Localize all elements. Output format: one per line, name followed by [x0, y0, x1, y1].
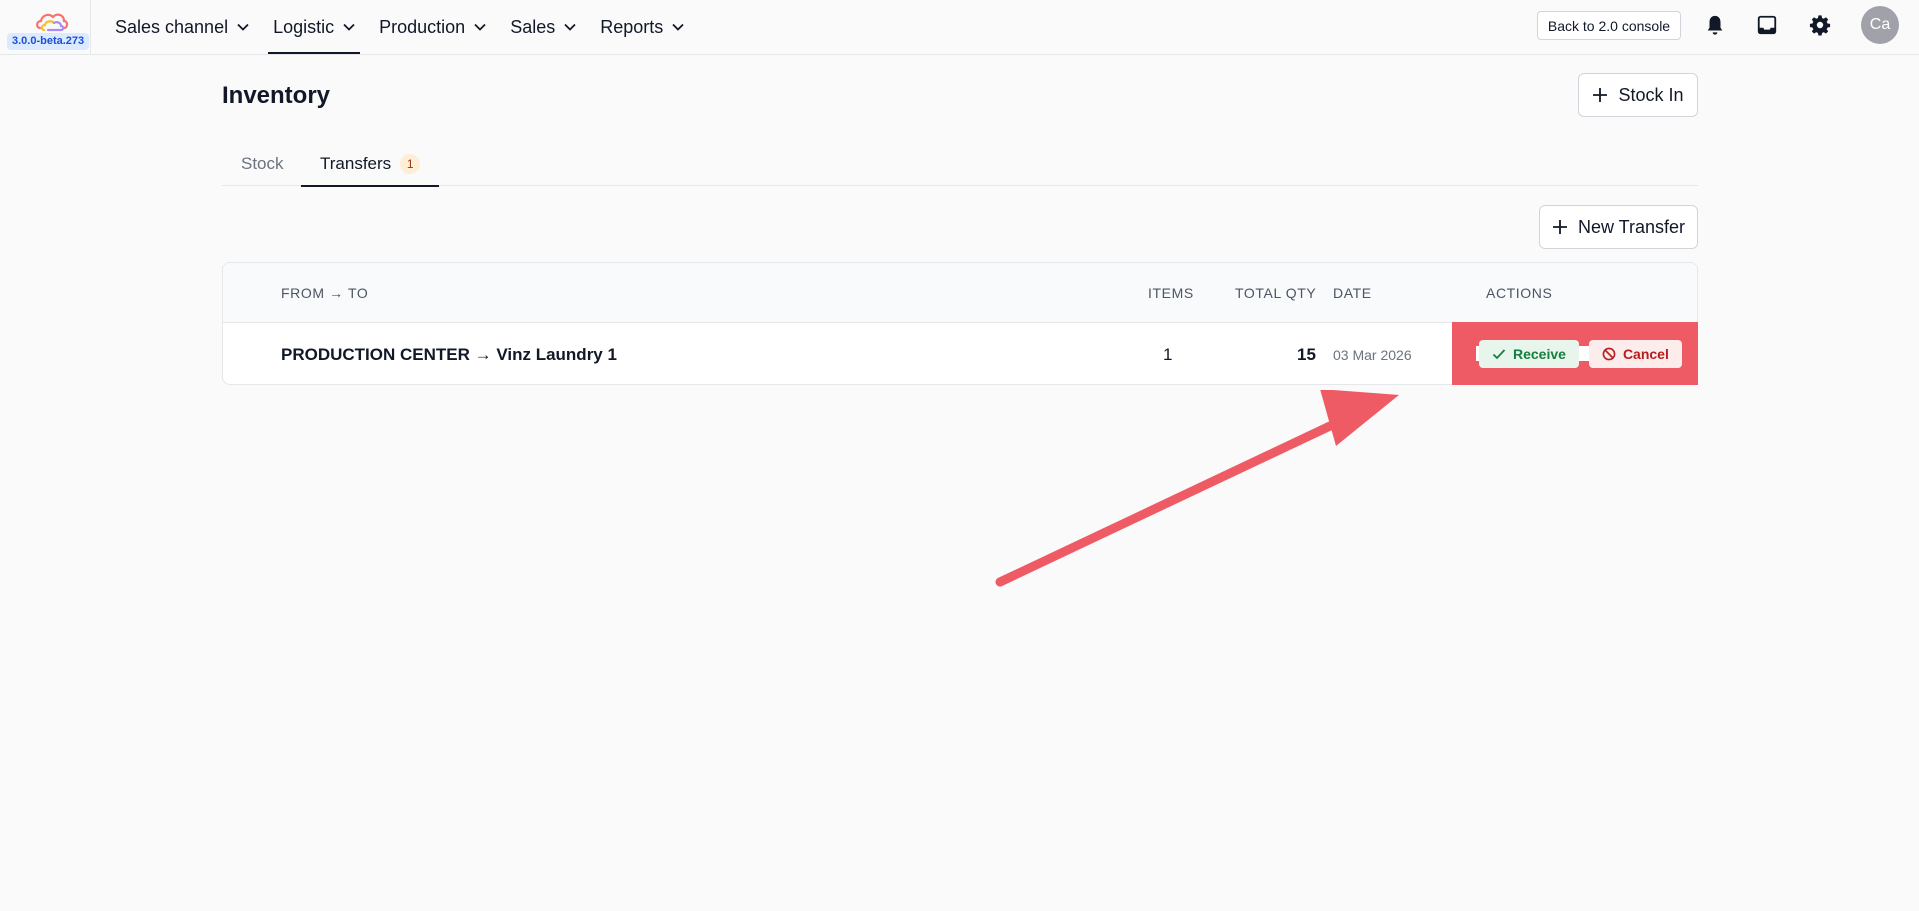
gear-icon[interactable]	[1809, 14, 1831, 36]
tab-label: Transfers	[320, 153, 392, 173]
inbox-icon[interactable]	[1756, 14, 1778, 36]
nav-label: Logistic	[273, 16, 335, 37]
table-header: FROM → TO ITEMS TOTAL QTY DATE ACTIONS	[223, 263, 1697, 323]
version-badge: 3.0.0-beta.273	[7, 33, 90, 50]
receive-label: Receive	[1513, 345, 1566, 362]
bell-icon[interactable]	[1704, 14, 1726, 36]
nav-label: Reports	[600, 16, 664, 37]
cloud-logo-icon	[36, 13, 69, 32]
stock-in-label: Stock In	[1618, 84, 1684, 105]
row-actions: Receive Cancel	[1476, 339, 1682, 368]
nav-reports[interactable]: Reports	[588, 0, 696, 54]
tab-label: Stock	[241, 153, 284, 173]
column-header-items: ITEMS	[1148, 285, 1194, 301]
nav-label: Sales channel	[115, 16, 229, 37]
tab-transfers[interactable]: Transfers 1	[301, 141, 440, 187]
cancel-label: Cancel	[1622, 345, 1669, 362]
inventory-tabs: Stock Transfers 1	[222, 141, 1698, 187]
new-transfer-label: New Transfer	[1577, 216, 1686, 237]
chevron-down-icon	[672, 23, 684, 31]
chevron-down-icon	[343, 23, 355, 31]
chevron-down-icon	[474, 23, 486, 31]
ban-icon	[1602, 347, 1616, 360]
check-icon	[1492, 348, 1506, 359]
receive-button[interactable]: Receive	[1479, 339, 1579, 368]
brand-area[interactable]: 3.0.0-beta.273	[0, 0, 91, 54]
nav-label: Production	[379, 16, 466, 37]
user-avatar[interactable]: Ca	[1861, 6, 1899, 44]
column-header-date: DATE	[1333, 285, 1372, 301]
main-nav: Sales channel Logistic Production Sales …	[103, 0, 696, 54]
cancel-button[interactable]: Cancel	[1588, 339, 1682, 368]
transfer-route: PRODUCTION CENTER → Vinz Laundry 1	[281, 345, 617, 364]
plus-icon	[1593, 88, 1608, 102]
plus-icon	[1552, 220, 1567, 234]
nav-production[interactable]: Production	[367, 0, 498, 54]
chevron-down-icon	[237, 23, 249, 31]
transfer-date: 03 Mar 2026	[1333, 347, 1412, 363]
nav-sales[interactable]: Sales	[498, 0, 588, 54]
nav-logistic[interactable]: Logistic	[261, 0, 367, 54]
annotation-arrow-icon	[995, 390, 1399, 587]
back-to-console-button[interactable]: Back to 2.0 console	[1537, 11, 1681, 40]
stock-in-button[interactable]: Stock In	[1578, 73, 1698, 117]
nav-sales-channel[interactable]: Sales channel	[103, 0, 261, 54]
actions-highlight-box: Receive Cancel	[1452, 322, 1698, 385]
chevron-down-icon	[564, 23, 576, 31]
nav-label: Sales	[510, 16, 556, 37]
column-header-route: FROM → TO	[281, 285, 369, 301]
transfer-total-qty: 15	[1297, 345, 1316, 364]
transfer-items: 1	[1163, 345, 1173, 364]
tab-stock[interactable]: Stock	[241, 141, 284, 186]
top-navigation-bar: 3.0.0-beta.273 Sales channel Logistic Pr…	[0, 0, 1919, 55]
column-header-actions: ACTIONS	[1486, 285, 1553, 301]
column-header-total-qty: TOTAL QTY	[1235, 285, 1317, 301]
new-transfer-button[interactable]: New Transfer	[1539, 205, 1698, 249]
page-title: Inventory	[222, 82, 331, 109]
transfers-count-badge: 1	[400, 153, 421, 174]
